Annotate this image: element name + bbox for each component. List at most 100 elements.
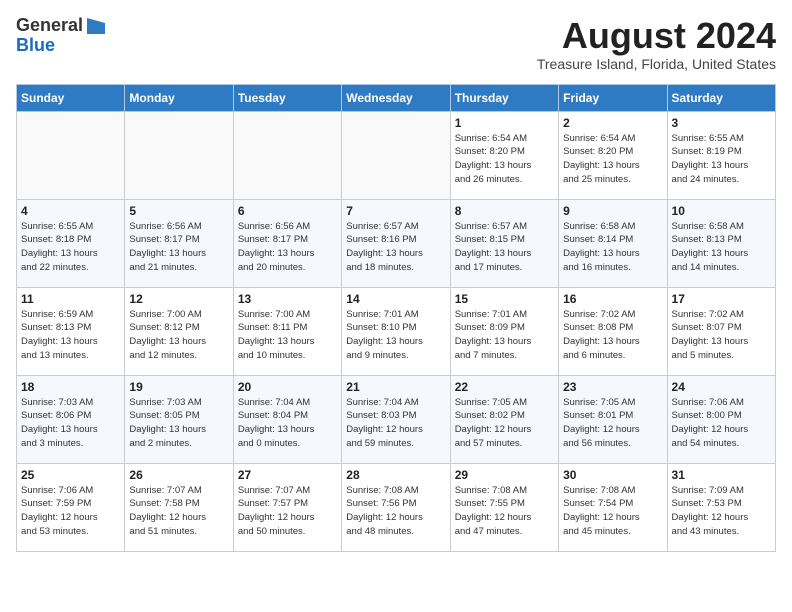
calendar-cell: 14 Sunrise: 7:01 AM Sunset: 8:10 PM Dayli… — [342, 287, 450, 375]
weekday-header-monday: Monday — [125, 84, 233, 111]
day-number: 19 — [129, 380, 228, 394]
day-number: 9 — [563, 204, 662, 218]
calendar-cell: 10 Sunrise: 6:58 AM Sunset: 8:13 PM Dayli… — [667, 199, 775, 287]
day-info: Sunrise: 6:55 AM Sunset: 8:18 PM Dayligh… — [21, 220, 120, 275]
day-number: 4 — [21, 204, 120, 218]
calendar-cell: 5 Sunrise: 6:56 AM Sunset: 8:17 PM Daylig… — [125, 199, 233, 287]
calendar-cell: 30 Sunrise: 7:08 AM Sunset: 7:54 PM Dayli… — [559, 463, 667, 551]
day-info: Sunrise: 6:56 AM Sunset: 8:17 PM Dayligh… — [238, 220, 337, 275]
day-info: Sunrise: 6:59 AM Sunset: 8:13 PM Dayligh… — [21, 308, 120, 363]
calendar-cell: 18 Sunrise: 7:03 AM Sunset: 8:06 PM Dayli… — [17, 375, 125, 463]
logo-general: General — [16, 15, 83, 35]
day-number: 26 — [129, 468, 228, 482]
calendar-cell: 4 Sunrise: 6:55 AM Sunset: 8:18 PM Daylig… — [17, 199, 125, 287]
calendar-cell — [17, 111, 125, 199]
calendar-cell: 28Sunrise: 7:08 AM Sunset: 7:56 PM Dayli… — [342, 463, 450, 551]
calendar-cell: 7 Sunrise: 6:57 AM Sunset: 8:16 PM Daylig… — [342, 199, 450, 287]
day-number: 25 — [21, 468, 120, 482]
day-number: 18 — [21, 380, 120, 394]
day-info: Sunrise: 7:07 AM Sunset: 7:58 PM Dayligh… — [129, 484, 228, 539]
calendar-cell — [233, 111, 341, 199]
calendar-cell: 29 Sunrise: 7:08 AM Sunset: 7:55 PM Dayli… — [450, 463, 558, 551]
calendar-cell: 6 Sunrise: 6:56 AM Sunset: 8:17 PM Daylig… — [233, 199, 341, 287]
day-number: 11 — [21, 292, 120, 306]
day-info: Sunrise: 6:58 AM Sunset: 8:14 PM Dayligh… — [563, 220, 662, 275]
day-info: Sunrise: 7:07 AM Sunset: 7:57 PM Dayligh… — [238, 484, 337, 539]
calendar-cell: 27 Sunrise: 7:07 AM Sunset: 7:57 PM Dayli… — [233, 463, 341, 551]
calendar-cell — [342, 111, 450, 199]
month-title: August 2024 — [537, 16, 776, 56]
calendar-cell — [125, 111, 233, 199]
calendar-cell: 3Sunrise: 6:55 AM Sunset: 8:19 PM Daylig… — [667, 111, 775, 199]
day-info: Sunrise: 7:04 AM Sunset: 8:03 PM Dayligh… — [346, 396, 445, 451]
day-info: Sunrise: 7:00 AM Sunset: 8:11 PM Dayligh… — [238, 308, 337, 363]
calendar-week-1: 1 Sunrise: 6:54 AM Sunset: 8:20 PM Daylig… — [17, 111, 776, 199]
day-info: Sunrise: 7:09 AM Sunset: 7:53 PM Dayligh… — [672, 484, 771, 539]
day-info: Sunrise: 6:58 AM Sunset: 8:13 PM Dayligh… — [672, 220, 771, 275]
header: General Blue August 2024 Treasure Island… — [16, 16, 776, 72]
day-info: Sunrise: 7:05 AM Sunset: 8:01 PM Dayligh… — [563, 396, 662, 451]
calendar-cell: 21 Sunrise: 7:04 AM Sunset: 8:03 PM Dayli… — [342, 375, 450, 463]
day-number: 21 — [346, 380, 445, 394]
calendar-cell: 25 Sunrise: 7:06 AM Sunset: 7:59 PM Dayli… — [17, 463, 125, 551]
day-info: Sunrise: 6:56 AM Sunset: 8:17 PM Dayligh… — [129, 220, 228, 275]
day-number: 29 — [455, 468, 554, 482]
calendar-week-4: 18 Sunrise: 7:03 AM Sunset: 8:06 PM Dayli… — [17, 375, 776, 463]
calendar-cell: 31Sunrise: 7:09 AM Sunset: 7:53 PM Dayli… — [667, 463, 775, 551]
day-number: 15 — [455, 292, 554, 306]
calendar-cell: 22Sunrise: 7:05 AM Sunset: 8:02 PM Dayli… — [450, 375, 558, 463]
calendar-cell: 24Sunrise: 7:06 AM Sunset: 8:00 PM Dayli… — [667, 375, 775, 463]
day-info: Sunrise: 7:06 AM Sunset: 7:59 PM Dayligh… — [21, 484, 120, 539]
day-number: 8 — [455, 204, 554, 218]
day-number: 20 — [238, 380, 337, 394]
day-number: 14 — [346, 292, 445, 306]
day-number: 12 — [129, 292, 228, 306]
weekday-header-tuesday: Tuesday — [233, 84, 341, 111]
calendar: SundayMondayTuesdayWednesdayThursdayFrid… — [16, 84, 776, 552]
day-number: 22 — [455, 380, 554, 394]
day-number: 28 — [346, 468, 445, 482]
day-number: 30 — [563, 468, 662, 482]
calendar-cell: 15Sunrise: 7:01 AM Sunset: 8:09 PM Dayli… — [450, 287, 558, 375]
calendar-cell: 8Sunrise: 6:57 AM Sunset: 8:15 PM Daylig… — [450, 199, 558, 287]
calendar-week-3: 11 Sunrise: 6:59 AM Sunset: 8:13 PM Dayli… — [17, 287, 776, 375]
calendar-cell: 2 Sunrise: 6:54 AM Sunset: 8:20 PM Daylig… — [559, 111, 667, 199]
weekday-header-wednesday: Wednesday — [342, 84, 450, 111]
calendar-cell: 17Sunrise: 7:02 AM Sunset: 8:07 PM Dayli… — [667, 287, 775, 375]
calendar-cell: 23 Sunrise: 7:05 AM Sunset: 8:01 PM Dayli… — [559, 375, 667, 463]
logo: General Blue — [16, 16, 105, 56]
calendar-cell: 9 Sunrise: 6:58 AM Sunset: 8:14 PM Daylig… — [559, 199, 667, 287]
day-info: Sunrise: 7:03 AM Sunset: 8:06 PM Dayligh… — [21, 396, 120, 451]
day-info: Sunrise: 7:03 AM Sunset: 8:05 PM Dayligh… — [129, 396, 228, 451]
day-info: Sunrise: 6:57 AM Sunset: 8:16 PM Dayligh… — [346, 220, 445, 275]
day-number: 1 — [455, 116, 554, 130]
day-number: 10 — [672, 204, 771, 218]
weekday-header-row: SundayMondayTuesdayWednesdayThursdayFrid… — [17, 84, 776, 111]
day-number: 27 — [238, 468, 337, 482]
day-number: 13 — [238, 292, 337, 306]
day-number: 7 — [346, 204, 445, 218]
calendar-cell: 11 Sunrise: 6:59 AM Sunset: 8:13 PM Dayli… — [17, 287, 125, 375]
day-number: 2 — [563, 116, 662, 130]
day-info: Sunrise: 7:08 AM Sunset: 7:55 PM Dayligh… — [455, 484, 554, 539]
day-info: Sunrise: 7:08 AM Sunset: 7:54 PM Dayligh… — [563, 484, 662, 539]
day-info: Sunrise: 7:06 AM Sunset: 8:00 PM Dayligh… — [672, 396, 771, 451]
day-number: 5 — [129, 204, 228, 218]
day-info: Sunrise: 7:01 AM Sunset: 8:10 PM Dayligh… — [346, 308, 445, 363]
weekday-header-saturday: Saturday — [667, 84, 775, 111]
weekday-header-thursday: Thursday — [450, 84, 558, 111]
weekday-header-friday: Friday — [559, 84, 667, 111]
day-info: Sunrise: 6:54 AM Sunset: 8:20 PM Dayligh… — [563, 132, 662, 187]
calendar-cell: 12Sunrise: 7:00 AM Sunset: 8:12 PM Dayli… — [125, 287, 233, 375]
day-number: 17 — [672, 292, 771, 306]
location-subtitle: Treasure Island, Florida, United States — [537, 56, 776, 72]
calendar-cell: 1Sunrise: 6:54 AM Sunset: 8:20 PM Daylig… — [450, 111, 558, 199]
logo-blue: Blue — [16, 36, 55, 56]
calendar-week-5: 25 Sunrise: 7:06 AM Sunset: 7:59 PM Dayli… — [17, 463, 776, 551]
calendar-cell: 26 Sunrise: 7:07 AM Sunset: 7:58 PM Dayli… — [125, 463, 233, 551]
day-number: 3 — [672, 116, 771, 130]
day-number: 23 — [563, 380, 662, 394]
day-info: Sunrise: 7:04 AM Sunset: 8:04 PM Dayligh… — [238, 396, 337, 451]
calendar-cell: 20 Sunrise: 7:04 AM Sunset: 8:04 PM Dayli… — [233, 375, 341, 463]
day-number: 6 — [238, 204, 337, 218]
